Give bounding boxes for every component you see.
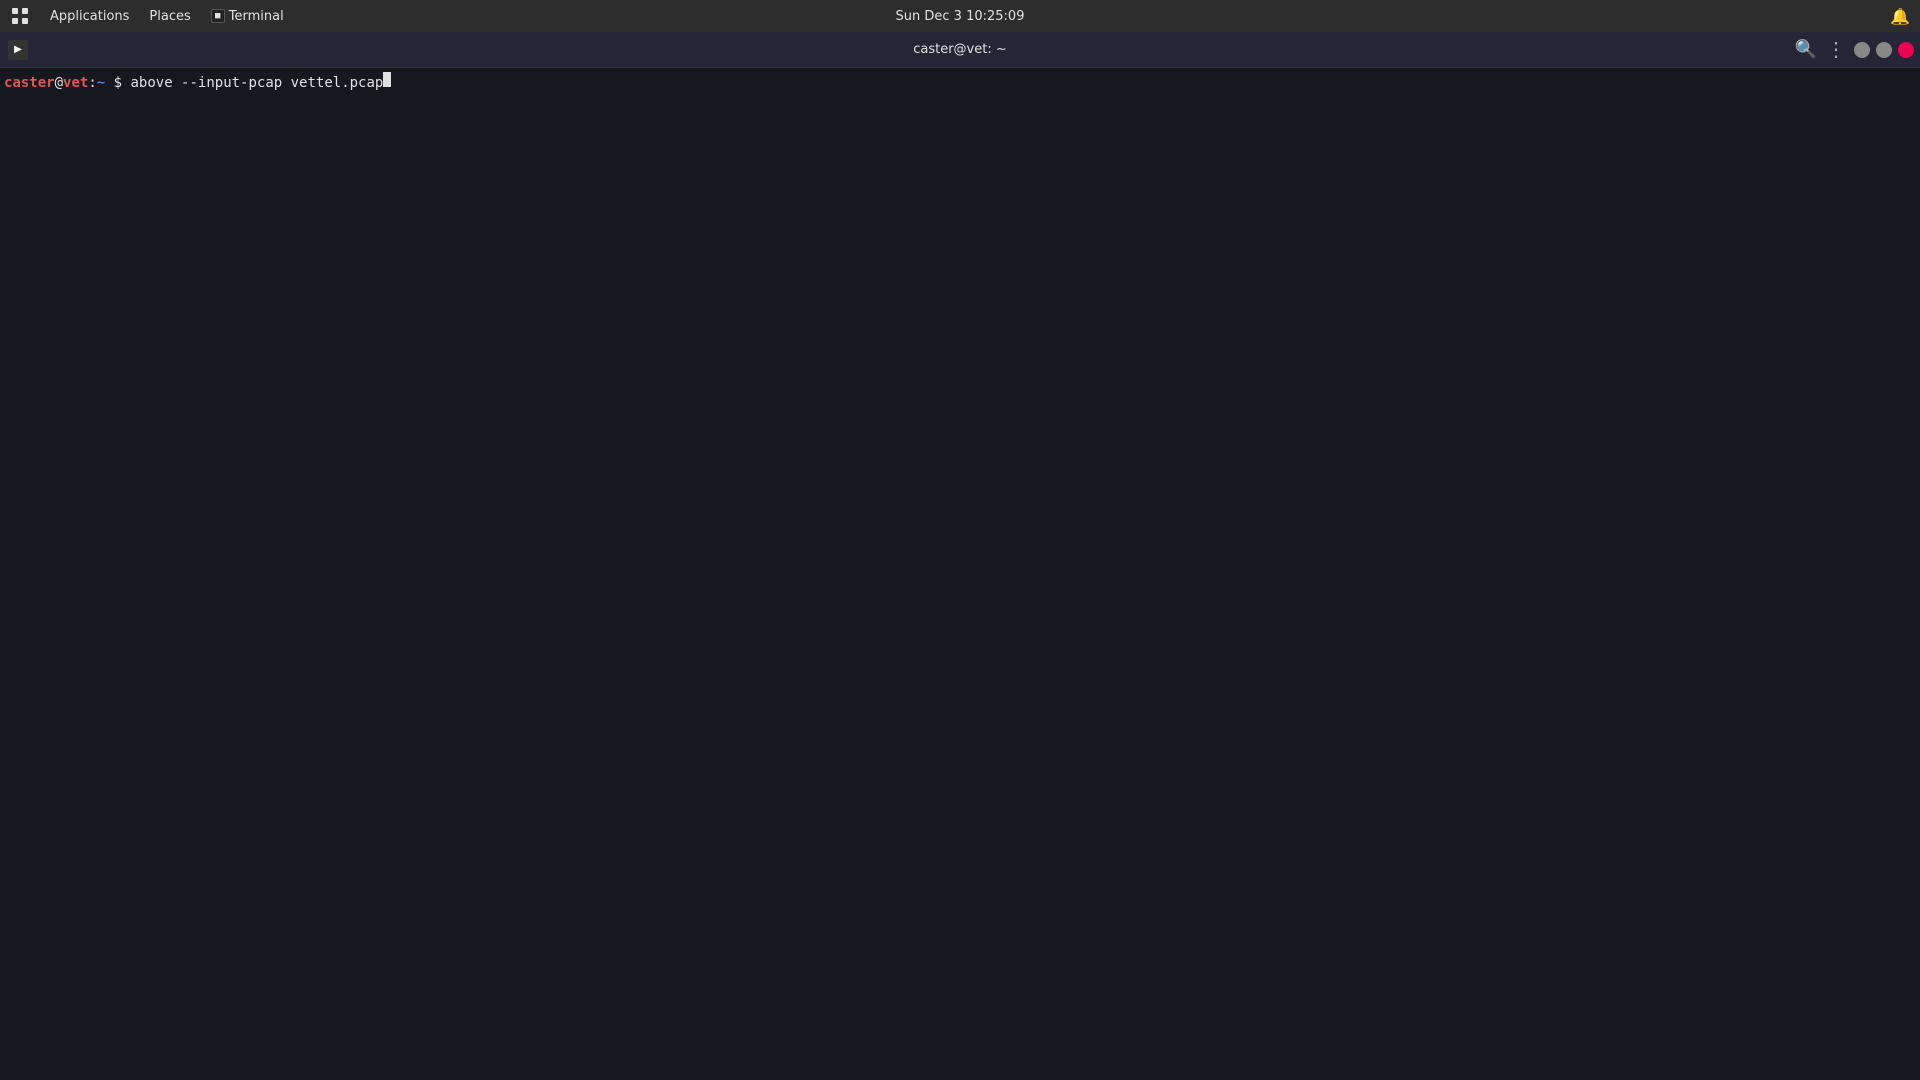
- terminal-window-controls: 🔍 ⋮: [1794, 38, 1920, 62]
- terminal-maximize-button[interactable]: [1876, 42, 1892, 58]
- terminal-minimize-button[interactable]: [1854, 42, 1870, 58]
- terminal-window: ▶ caster@vet: ~ 🔍 ⋮ caster@vet:~ $ above…: [0, 32, 1920, 1080]
- apps-grid-icon[interactable]: [0, 0, 40, 32]
- prompt-dollar: $: [105, 73, 130, 94]
- terminal-cursor: [383, 72, 391, 87]
- system-bar-right: 🔔: [1888, 4, 1920, 28]
- notification-bell-icon[interactable]: 🔔: [1888, 4, 1912, 28]
- system-bar-datetime: Sun Dec 3 10:25:09: [896, 9, 1025, 24]
- places-menu[interactable]: Places: [139, 0, 200, 32]
- terminal-title: caster@vet: ~: [913, 42, 1007, 57]
- terminal-menu-button[interactable]: ⋮: [1824, 38, 1848, 62]
- terminal-titlebar-left: ▶: [0, 40, 34, 60]
- terminal-search-button[interactable]: 🔍: [1794, 38, 1818, 62]
- system-bar-left: Applications Places ■ Terminal: [0, 0, 294, 32]
- terminal-titlebar: ▶ caster@vet: ~ 🔍 ⋮: [0, 32, 1920, 68]
- command-text: above --input-pcap vettel.pcap: [130, 73, 383, 94]
- terminal-content[interactable]: caster@vet:~ $ above --input-pcap vettel…: [0, 68, 1920, 1080]
- system-bar: Applications Places ■ Terminal Sun Dec 3…: [0, 0, 1920, 32]
- prompt-host: vet: [63, 73, 88, 94]
- applications-menu[interactable]: Applications: [40, 0, 139, 32]
- prompt-at: @: [55, 73, 63, 94]
- prompt-user: caster: [4, 73, 55, 94]
- prompt-tilde: ~: [97, 73, 105, 94]
- prompt-colon: :: [88, 73, 96, 94]
- terminal-close-button[interactable]: [1898, 42, 1914, 58]
- terminal-app-icon: ▶: [8, 40, 28, 60]
- terminal-prompt-line: caster@vet:~ $ above --input-pcap vettel…: [0, 72, 1920, 94]
- terminal-menu[interactable]: ■ Terminal: [201, 0, 294, 32]
